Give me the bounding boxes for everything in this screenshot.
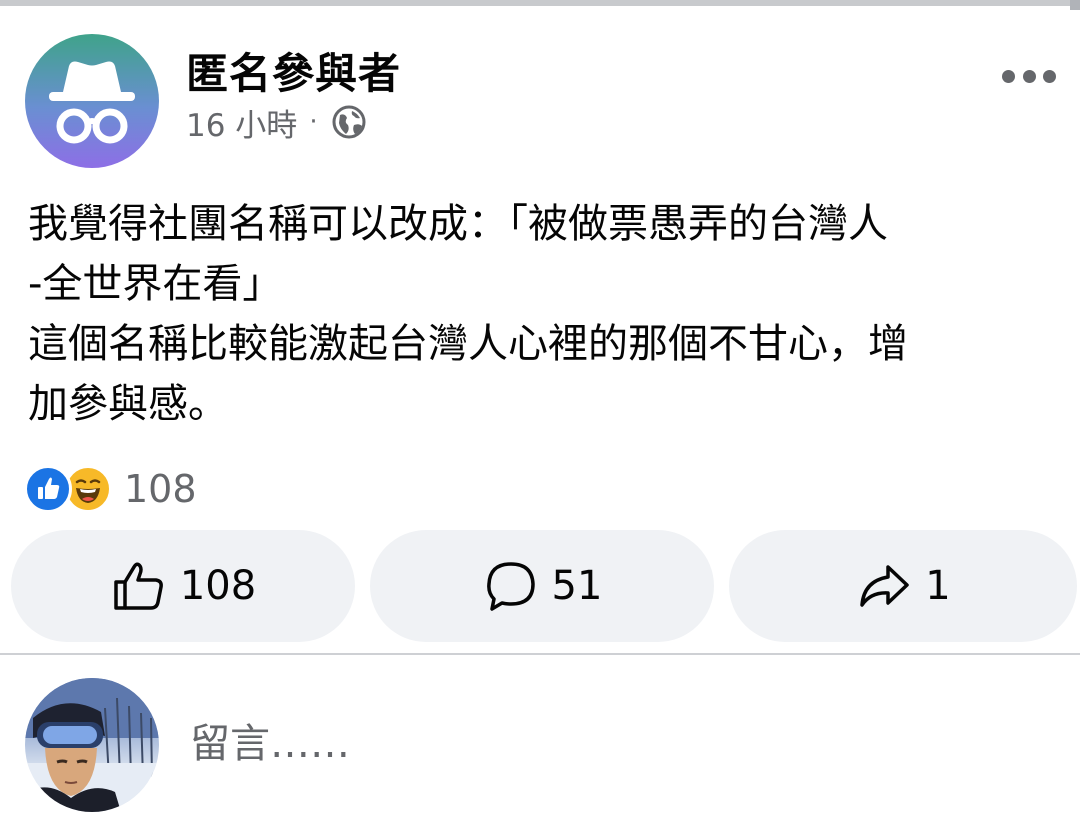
- comment-count: 51: [551, 563, 603, 609]
- section-divider: [0, 653, 1080, 655]
- incognito-icon: [49, 61, 135, 144]
- more-dot: [1002, 69, 1015, 83]
- anonymous-avatar[interactable]: [25, 34, 159, 168]
- like-count: 108: [179, 563, 257, 609]
- more-options-icon[interactable]: [1002, 66, 1056, 86]
- user-photo: [25, 678, 159, 812]
- post-meta: 16 小時 ·: [186, 100, 368, 144]
- more-dot: [1043, 69, 1056, 83]
- post-author-name[interactable]: 匿名參與者: [186, 40, 401, 101]
- post-timestamp[interactable]: 16 小時: [186, 100, 297, 145]
- like-button[interactable]: 108: [11, 530, 355, 642]
- thumbs-up-icon: [114, 562, 163, 610]
- reaction-summary[interactable]: 108: [24, 464, 197, 514]
- scroll-indicator: [1070, 0, 1080, 10]
- more-dot: [1022, 69, 1036, 83]
- current-user-avatar[interactable]: [25, 678, 159, 812]
- top-edge-strip: [0, 0, 1080, 6]
- post-body-text: 我覺得社團名稱可以改成：「被做票愚弄的台灣人 -全世界在看」 這個名稱比較能激起…: [28, 201, 908, 427]
- like-reaction-icon: [24, 465, 72, 513]
- meta-separator: ·: [309, 107, 318, 137]
- globe-icon: [330, 103, 368, 141]
- share-arrow-icon: [860, 565, 910, 607]
- comment-input[interactable]: [190, 712, 1050, 776]
- comment-button[interactable]: 51: [370, 530, 714, 642]
- reaction-count: 108: [124, 467, 197, 511]
- share-button[interactable]: 1: [729, 530, 1077, 642]
- share-count: 1: [925, 563, 951, 609]
- comment-bubble-icon: [486, 562, 535, 611]
